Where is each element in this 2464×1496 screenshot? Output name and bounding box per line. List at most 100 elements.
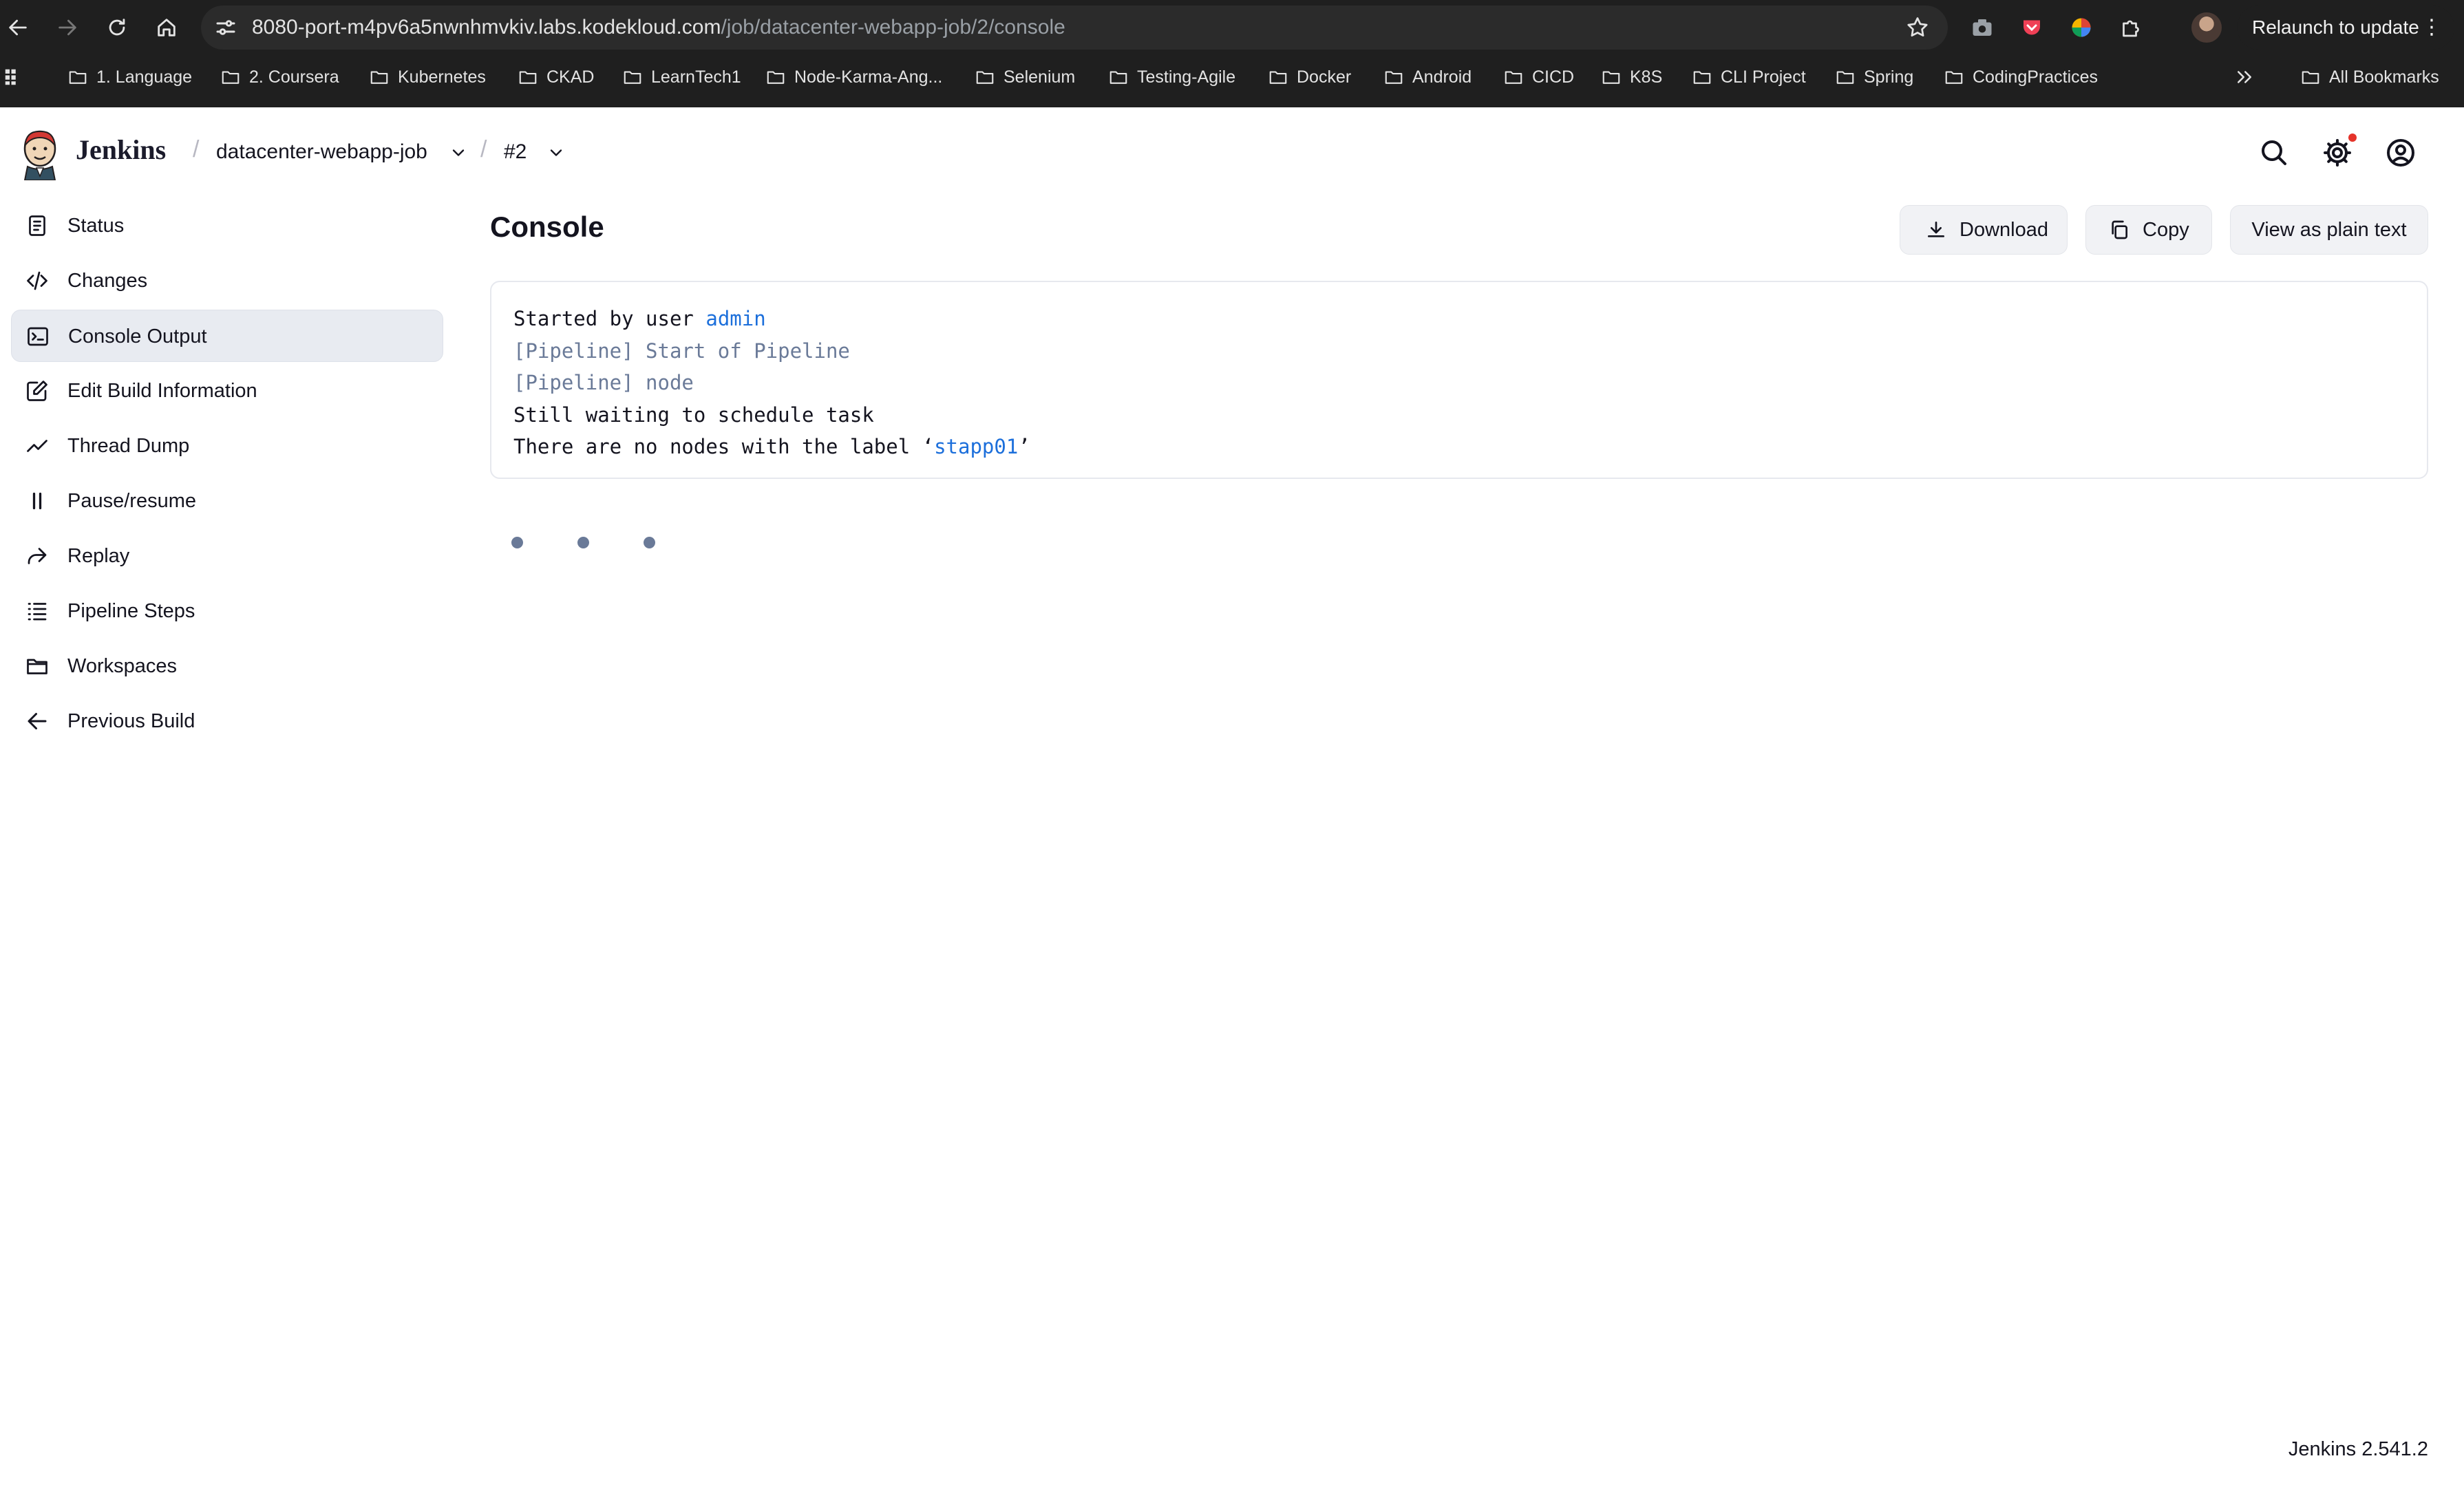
sidebar-item-label: Previous Build [67,710,195,732]
folder-icon [1836,71,1854,84]
relaunch-button[interactable]: Relaunch to update ⋮ [2237,6,2454,50]
bookmark-item[interactable]: Node-Karma-Ang... [765,58,942,96]
replay-icon [28,548,47,564]
console-line: Still waiting to schedule task [513,403,874,427]
sidebar-item-console-output[interactable]: Console Output [11,310,443,362]
folder-icon [624,71,641,84]
breadcrumb-job[interactable]: datacenter-webapp-job [216,140,427,164]
user-link[interactable]: admin [705,307,765,330]
apps-grid-icon[interactable] [3,58,23,96]
copy-icon [2112,220,2127,239]
chevron-down-icon[interactable] [449,143,468,162]
sidebar-item-edit-build-information[interactable]: Edit Build Information [11,365,443,417]
sidebar-item-thread-dump[interactable]: Thread Dump [11,420,443,472]
sidebar-item-workspaces[interactable]: Workspaces [11,640,443,692]
bookmark-item[interactable]: K8S [1601,58,1662,96]
view-plain-text-button[interactable]: View as plain text [2230,205,2428,255]
search-icon[interactable] [2258,136,2291,169]
sidebar-item-pipeline-steps[interactable]: Pipeline Steps [11,585,443,637]
node-label-link[interactable]: stapp01 [934,435,1018,458]
bookmark-label: CodingPractices [1973,67,2099,87]
sidebar-item-status[interactable]: Status [11,200,443,252]
back-button[interactable] [1,11,34,44]
site-settings-icon[interactable] [213,15,238,40]
bookmark-item[interactable]: 2. Coursera [220,58,339,96]
console-line: Started by user admin [513,303,2405,335]
folder-icon [767,71,785,84]
copy-label: Copy [2143,218,2189,241]
chevron-double-right-icon [2238,71,2251,83]
code-icon [27,271,47,290]
chart-line-icon [27,440,47,452]
sidebar-item-replay[interactable]: Replay [11,530,443,582]
folder-icon [976,71,994,84]
notification-badge [2348,133,2357,142]
more-bookmarks-button[interactable] [2234,58,2255,96]
folder-icon [1693,71,1711,84]
terminal-icon [28,327,48,346]
all-bookmarks-item[interactable]: All Bookmarks [2300,58,2439,96]
bookmark-item[interactable]: CICD [1503,58,1574,96]
forward-button[interactable] [51,11,84,44]
folder-icon [27,659,47,674]
user-account-icon[interactable] [2384,136,2417,169]
bookmark-label: Docker [1297,67,1352,87]
bookmark-label: 2. Coursera [249,67,339,87]
home-button[interactable] [150,11,183,44]
bookmark-item[interactable]: 1. Language [67,58,192,96]
console-text: There are no nodes with the label ‘ [513,435,935,458]
bookmark-item[interactable]: CLI Project [1692,58,1806,96]
bookmark-item[interactable]: Spring [1835,58,1913,96]
bookmark-item[interactable]: Testing-Agile [1108,58,1235,96]
url-host: 8080-port-m4pv6a5nwnhmvkiv.labs.kodeklou… [252,16,721,39]
bookmark-item[interactable]: Docker [1268,58,1351,96]
bookmark-item[interactable]: Android [1383,58,1472,96]
sidebar-item-previous-build[interactable]: Previous Build [11,695,443,747]
jenkins-logo-icon[interactable] [19,128,61,180]
bookmark-label: K8S [1630,67,1663,87]
all-bookmarks-label: All Bookmarks [2329,67,2439,87]
bookmarks-bar: 1. Language 2. Coursera Kubernetes CKAD … [0,58,2464,96]
console-output: Started by user admin [Pipeline] Start o… [490,281,2428,479]
jenkins-app-name[interactable]: Jenkins [76,133,166,166]
folder-icon [1945,71,1963,84]
sidebar-item-pause-resume[interactable]: Pause/resume [11,475,443,527]
browser-chrome: 8080-port-m4pv6a5nwnhmvkiv.labs.kodeklou… [0,0,2464,107]
reload-button[interactable] [100,11,134,44]
console-line[interactable]: [Pipeline] node [513,367,2405,399]
arrow-right-icon [59,19,76,36]
loading-dot [577,537,589,548]
bookmark-item[interactable]: CodingPractices [1944,58,2098,96]
bookmark-item[interactable]: Kubernetes [369,58,486,96]
sidebar-item-changes[interactable]: Changes [11,255,443,307]
download-button[interactable]: Download [1900,205,2068,255]
sidebar-item-label: Replay [67,545,130,567]
sidebar-item-label: Pause/resume [67,490,196,512]
bookmark-label: 1. Language [96,67,193,87]
document-icon [29,215,45,236]
bookmark-label: CKAD [546,67,595,87]
home-icon [158,19,176,36]
address-bar[interactable]: 8080-port-m4pv6a5nwnhmvkiv.labs.kodeklou… [201,6,1948,50]
camera-extension-icon[interactable] [1968,14,1996,41]
browser-toolbar: 8080-port-m4pv6a5nwnhmvkiv.labs.kodeklou… [0,0,2464,55]
bookmark-item[interactable]: CKAD [518,58,594,96]
console-line[interactable]: [Pipeline] Start of Pipeline [513,335,2405,367]
bookmark-label: Selenium [1003,67,1076,87]
bookmark-item[interactable]: LearnTech1 [622,58,741,96]
bookmark-item[interactable]: Selenium [975,58,1075,96]
breadcrumb-build[interactable]: #2 [504,140,527,164]
folder-icon [519,71,537,84]
chevron-down-icon[interactable] [546,143,566,162]
folder-icon [2302,71,2319,84]
profile-avatar[interactable] [2191,12,2222,43]
color-extension-icon[interactable] [2068,14,2095,41]
copy-button[interactable]: Copy [2085,205,2212,255]
star-icon[interactable] [1905,15,1930,40]
jenkins-version[interactable]: Jenkins 2.541.2 [2288,1438,2428,1461]
sidebar-item-label: Workspaces [67,655,178,677]
gear-icon[interactable] [2321,136,2354,169]
pocket-extension-icon[interactable] [2018,14,2046,41]
extensions-puzzle-icon[interactable] [2117,14,2145,41]
folder-icon [1602,71,1620,84]
